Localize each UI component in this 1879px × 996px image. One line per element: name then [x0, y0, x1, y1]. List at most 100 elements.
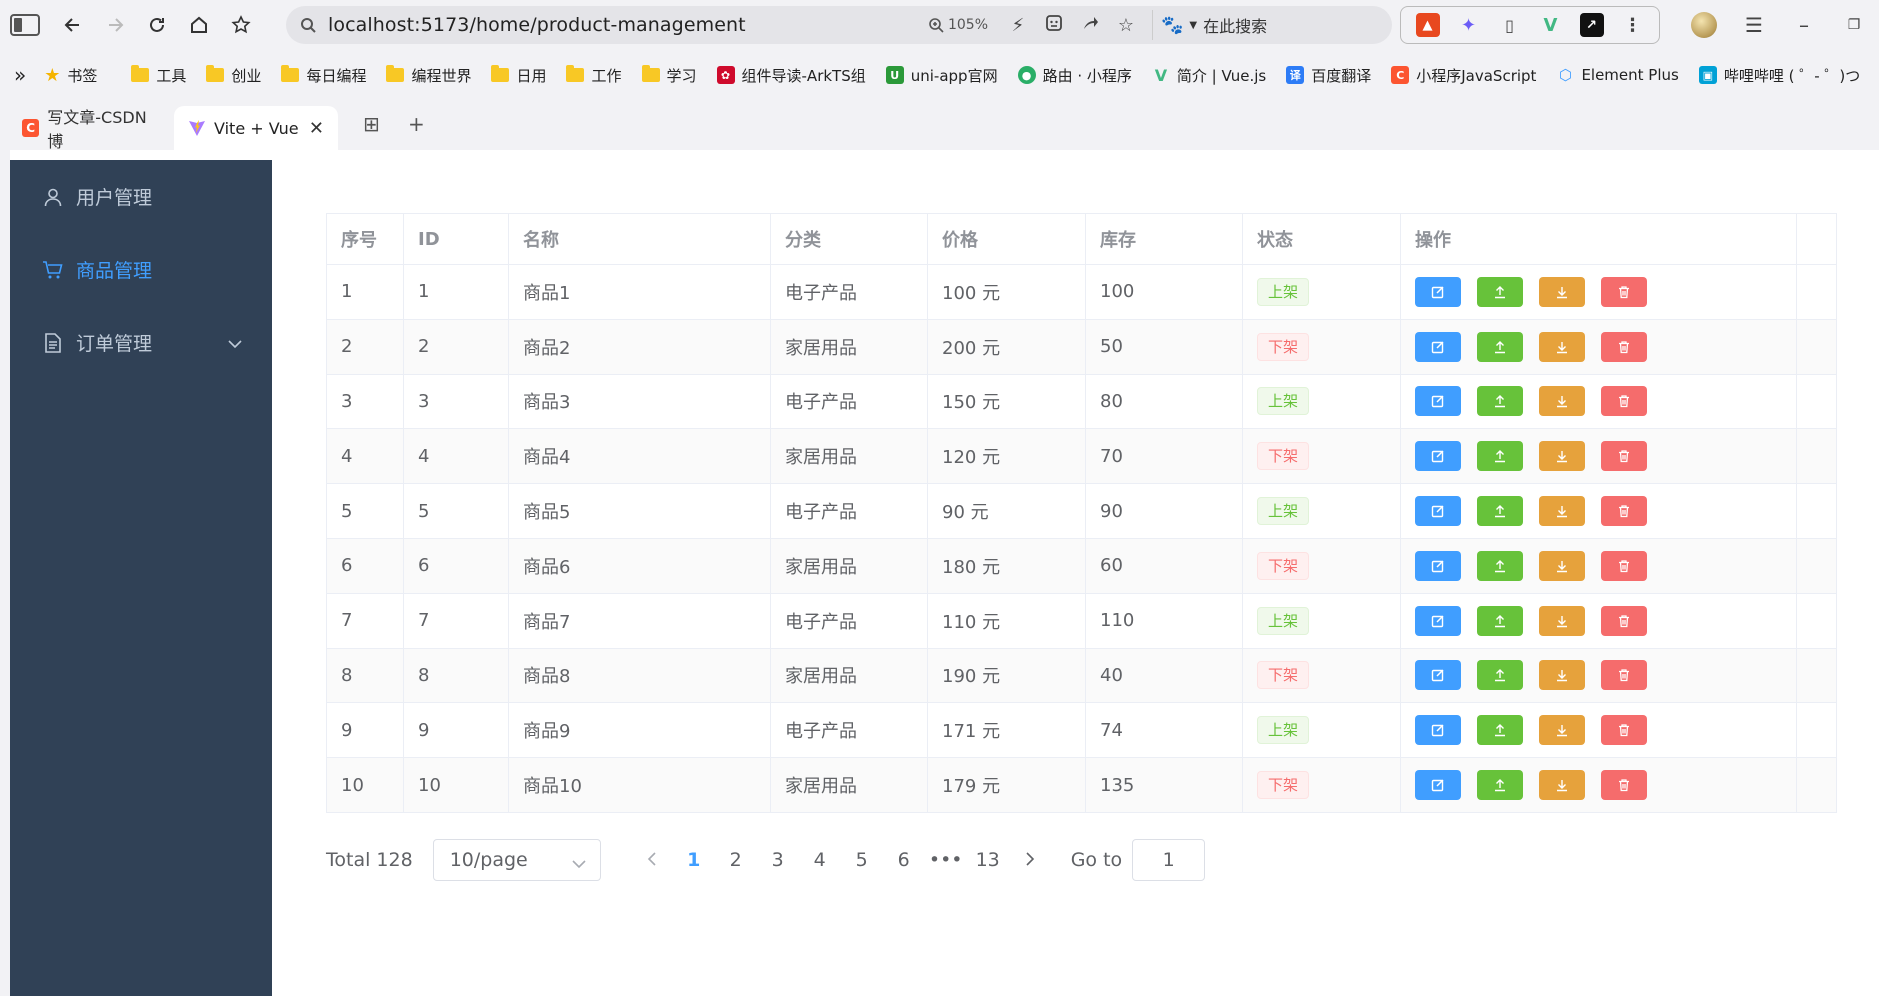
list-off-button[interactable]: [1539, 276, 1585, 307]
delete-button[interactable]: [1601, 496, 1647, 527]
delete-button[interactable]: [1601, 386, 1647, 417]
bookmark-folder[interactable]: 日用: [491, 65, 546, 86]
list-off-button[interactable]: [1539, 386, 1585, 417]
list-on-button[interactable]: [1477, 441, 1523, 472]
zoom-indicator[interactable]: 105%: [928, 17, 988, 33]
bookmark-item[interactable]: ▣ 哔哩哔哩 ( ゜- ゜)つ: [1698, 65, 1860, 86]
more-extensions-icon[interactable]: ⋮: [1621, 13, 1645, 37]
bookmark-item[interactable]: C 小程序JavaScript: [1391, 65, 1536, 86]
chart-extension-icon[interactable]: ↗: [1579, 13, 1604, 37]
edit-button[interactable]: [1415, 715, 1461, 746]
edit-button[interactable]: [1415, 331, 1461, 362]
delete-button[interactable]: [1601, 331, 1647, 362]
tab-groups-icon[interactable]: ⊞: [363, 112, 380, 136]
bookmark-folder[interactable]: 每日编程: [281, 65, 366, 86]
bookmark-item[interactable]: ✿ 组件导读-ArkTS组: [716, 65, 866, 86]
restore-icon[interactable]: ❐: [1829, 17, 1879, 33]
edit-button[interactable]: [1415, 441, 1461, 472]
search-engine-box[interactable]: 🐾 ▼ 在此搜索: [1152, 10, 1392, 40]
prev-page-button[interactable]: [631, 849, 673, 871]
bookmark-folder[interactable]: 创业: [206, 65, 261, 86]
vue-devtools-icon[interactable]: V: [1539, 13, 1563, 37]
page-number-button[interactable]: 1: [673, 849, 715, 871]
column-header-name[interactable]: 名称: [508, 213, 771, 265]
forward-button[interactable]: [94, 4, 136, 46]
page-size-select[interactable]: 10/page: [432, 839, 601, 881]
sidebar-item-product-management[interactable]: 商品管理: [10, 233, 272, 306]
close-icon[interactable]: ✕: [309, 118, 324, 139]
list-on-button[interactable]: [1477, 605, 1523, 636]
bookmark-star-button[interactable]: [220, 4, 262, 46]
list-off-button[interactable]: [1539, 441, 1585, 472]
reload-button[interactable]: [136, 4, 178, 46]
list-off-button[interactable]: [1539, 660, 1585, 691]
profile-avatar[interactable]: [1679, 12, 1729, 38]
edit-button[interactable]: [1415, 276, 1461, 307]
list-off-button[interactable]: [1539, 605, 1585, 636]
delete-button[interactable]: [1601, 550, 1647, 581]
delete-button[interactable]: [1601, 276, 1647, 307]
menu-icon[interactable]: ☰: [1729, 13, 1779, 37]
delete-button[interactable]: [1601, 770, 1647, 801]
bookmark-folder[interactable]: 编程世界: [386, 65, 471, 86]
url-text[interactable]: localhost:5173/home/product-management: [328, 14, 746, 36]
list-on-button[interactable]: [1477, 660, 1523, 691]
page-number-button[interactable]: 5: [841, 849, 883, 871]
home-button[interactable]: [178, 4, 220, 46]
list-on-button[interactable]: [1477, 331, 1523, 362]
edit-button[interactable]: [1415, 496, 1461, 527]
bookmark-item[interactable]: Uuni-app官网: [885, 65, 998, 86]
lightning-icon[interactable]: ⚡: [1000, 15, 1036, 36]
list-on-button[interactable]: [1477, 550, 1523, 581]
back-button[interactable]: [52, 4, 94, 46]
list-on-button[interactable]: [1477, 386, 1523, 417]
delete-button[interactable]: [1601, 715, 1647, 746]
bookmark-item[interactable]: 译百度翻译: [1286, 65, 1371, 86]
sparkle-extension-icon[interactable]: ✦: [1457, 13, 1481, 37]
delete-button[interactable]: [1601, 660, 1647, 691]
column-header-actions[interactable]: 操作: [1400, 213, 1797, 265]
bookmark-item[interactable]: ● 路由 · 小程序: [1017, 65, 1132, 86]
page-number-button[interactable]: 4: [799, 849, 841, 871]
device-extension-icon[interactable]: ▯: [1498, 13, 1522, 37]
list-on-button[interactable]: [1477, 770, 1523, 801]
sidebar-item-user-management[interactable]: 用户管理: [10, 160, 272, 233]
delete-button[interactable]: [1601, 605, 1647, 636]
list-on-button[interactable]: [1477, 715, 1523, 746]
bookmark-folder[interactable]: 学习: [641, 65, 697, 86]
list-off-button[interactable]: [1539, 331, 1585, 362]
page-number-button[interactable]: 2: [715, 849, 757, 871]
chevron-down-icon[interactable]: [228, 332, 242, 354]
column-header-stock[interactable]: 库存: [1085, 213, 1243, 265]
ai-assistant-icon[interactable]: [1036, 14, 1072, 37]
tab-csdn[interactable]: C 写文章-CSDN博: [8, 106, 172, 151]
bookmark-folder[interactable]: 工作: [566, 65, 622, 86]
favorite-icon[interactable]: ☆: [1108, 15, 1144, 36]
sidebar-item-order-management[interactable]: 订单管理: [10, 306, 272, 379]
list-off-button[interactable]: [1539, 770, 1585, 801]
edit-button[interactable]: [1415, 770, 1461, 801]
next-page-button[interactable]: [1009, 849, 1051, 871]
bookmark-item[interactable]: ⬡ Element Plus: [1556, 66, 1679, 84]
list-off-button[interactable]: [1539, 715, 1585, 746]
delete-button[interactable]: [1601, 441, 1647, 472]
edit-button[interactable]: [1415, 660, 1461, 691]
edit-button[interactable]: [1415, 605, 1461, 636]
bookmark-folder[interactable]: 工具: [131, 65, 186, 86]
column-header-status[interactable]: 状态: [1242, 213, 1401, 265]
column-header-category[interactable]: 分类: [770, 213, 928, 265]
list-off-button[interactable]: [1539, 550, 1585, 581]
list-on-button[interactable]: [1477, 276, 1523, 307]
page-number-button[interactable]: 3: [757, 849, 799, 871]
goto-page-input[interactable]: 1: [1132, 839, 1206, 881]
bookmark-item[interactable]: ★ 书签: [44, 65, 97, 86]
column-header-price[interactable]: 价格: [927, 213, 1086, 265]
more-pages-button[interactable]: •••: [925, 849, 967, 871]
pdf-extension-icon[interactable]: ▲: [1415, 13, 1440, 37]
page-number-button[interactable]: 6: [883, 849, 925, 871]
sidebar-toggle-icon[interactable]: [10, 14, 40, 36]
tab-vite-vue[interactable]: Vite + Vue ✕: [174, 106, 338, 150]
new-tab-icon[interactable]: +: [408, 112, 425, 136]
page-number-button[interactable]: 13: [967, 849, 1009, 871]
edit-button[interactable]: [1415, 550, 1461, 581]
